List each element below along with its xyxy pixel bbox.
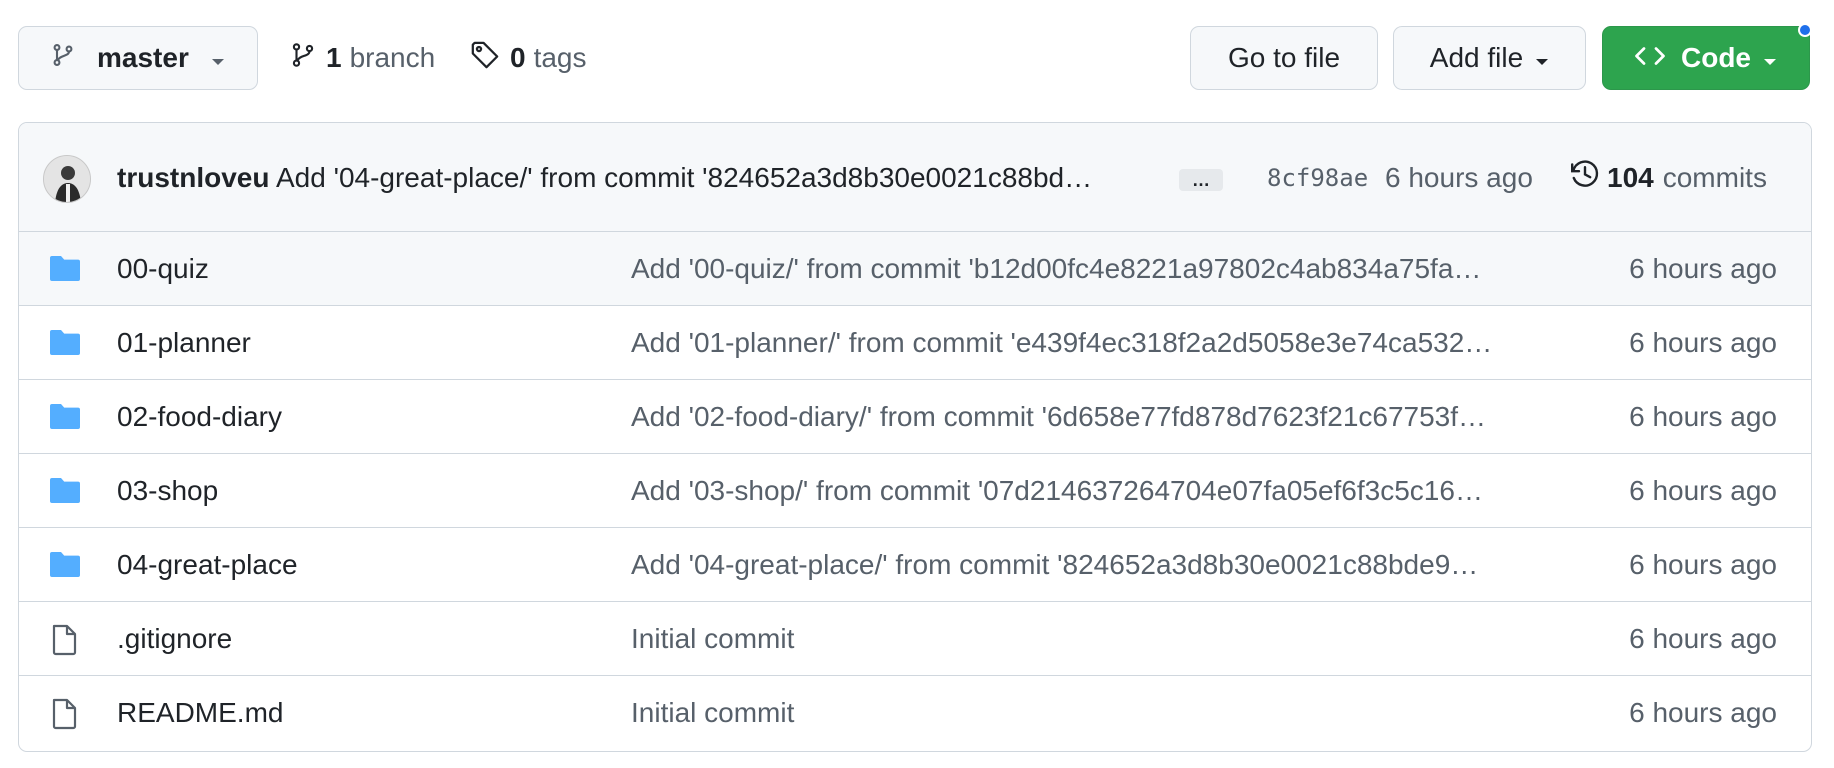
- file-commit-time: 6 hours ago: [1629, 549, 1777, 580]
- git-branch-icon: [51, 41, 75, 76]
- file-commit-message-link[interactable]: Add '03-shop/' from commit '07d214637264…: [631, 454, 1543, 528]
- avatar[interactable]: [43, 155, 91, 203]
- caret-down-icon: [1535, 42, 1549, 74]
- branch-select-button[interactable]: master: [18, 26, 258, 90]
- folder-icon: [49, 550, 81, 583]
- file-row[interactable]: 02-food-diary Add '02-food-diary/' from c…: [19, 380, 1811, 454]
- file-commit-message-link[interactable]: Add '02-food-diary/' from commit '6d658e…: [631, 380, 1543, 454]
- add-file-label: Add file: [1429, 42, 1524, 73]
- expand-commit-message-button[interactable]: …: [1179, 169, 1223, 191]
- file-commit-message-link[interactable]: Add '04-great-place/' from commit '82465…: [631, 528, 1543, 602]
- file-commit-time: 6 hours ago: [1629, 401, 1777, 432]
- caret-down-icon: [211, 42, 225, 74]
- history-icon: [1569, 158, 1601, 197]
- file-commit-time: 6 hours ago: [1629, 475, 1777, 506]
- tag-label: tags: [533, 42, 587, 73]
- commit-message-link[interactable]: Add '04-great-place/' from commit '82465…: [276, 123, 1176, 232]
- branches-link[interactable]: 1 branch: [290, 26, 435, 90]
- file-commit-time: 6 hours ago: [1629, 623, 1777, 654]
- tags-link[interactable]: 0 tags: [470, 26, 587, 90]
- branch-label: branch: [349, 42, 436, 73]
- folder-icon: [49, 328, 81, 361]
- go-to-file-button[interactable]: Go to file: [1190, 26, 1378, 90]
- commit-count: 104: [1607, 161, 1654, 193]
- folder-icon: [49, 254, 81, 287]
- file-browser: trustnloveu Add '04-great-place/' from c…: [18, 122, 1812, 752]
- notification-dot: [1798, 23, 1812, 37]
- file-list: 00-quiz Add '00-quiz/' from commit 'b12d0…: [19, 232, 1811, 750]
- file-commit-message-link[interactable]: Initial commit: [631, 676, 1543, 750]
- file-row[interactable]: README.md Initial commit 6 hours ago: [19, 676, 1811, 750]
- go-to-file-label: Go to file: [1227, 42, 1341, 73]
- folder-icon: [49, 402, 81, 435]
- branch-name: master: [97, 42, 189, 73]
- commit-author-link[interactable]: trustnloveu: [117, 123, 269, 232]
- file-commit-time: 6 hours ago: [1629, 697, 1777, 728]
- latest-commit-bar: trustnloveu Add '04-great-place/' from c…: [19, 123, 1811, 232]
- file-name-link[interactable]: 04-great-place: [117, 528, 298, 602]
- file-name-link[interactable]: README.md: [117, 676, 283, 750]
- file-commit-time: 6 hours ago: [1629, 253, 1777, 284]
- file-icon: [49, 624, 79, 661]
- file-row[interactable]: 04-great-place Add '04-great-place/' from…: [19, 528, 1811, 602]
- repo-toolbar: master 1 branch 0 tags Go to file Add fi…: [18, 23, 1812, 90]
- file-row[interactable]: 00-quiz Add '00-quiz/' from commit 'b12d0…: [19, 232, 1811, 306]
- file-row[interactable]: 01-planner Add '01-planner/' from commit …: [19, 306, 1811, 380]
- commit-time: 6 hours ago: [1385, 161, 1533, 193]
- file-commit-message-link[interactable]: Initial commit: [631, 602, 1543, 676]
- folder-icon: [49, 476, 81, 509]
- commit-history-link[interactable]: 104 commits: [1569, 123, 1767, 232]
- file-icon: [49, 698, 79, 735]
- code-label: Code: [1681, 42, 1751, 73]
- file-commit-message-link[interactable]: Add '00-quiz/' from commit 'b12d00fc4e82…: [631, 232, 1543, 306]
- file-commit-time: 6 hours ago: [1629, 327, 1777, 358]
- file-name-link[interactable]: 00-quiz: [117, 232, 209, 306]
- file-name-link[interactable]: 03-shop: [117, 454, 218, 528]
- tag-icon: [470, 40, 500, 77]
- branch-count: 1: [326, 42, 342, 73]
- file-name-link[interactable]: .gitignore: [117, 602, 232, 676]
- file-name-link[interactable]: 02-food-diary: [117, 380, 282, 454]
- commit-sha-link[interactable]: 8cf98ae: [1267, 123, 1368, 232]
- file-row[interactable]: .gitignore Initial commit 6 hours ago: [19, 602, 1811, 676]
- tag-count: 0: [510, 42, 526, 73]
- file-commit-message-link[interactable]: Add '01-planner/' from commit 'e439f4ec3…: [631, 306, 1543, 380]
- caret-down-icon: [1763, 42, 1777, 74]
- file-name-link[interactable]: 01-planner: [117, 306, 251, 380]
- commit-label: commits: [1662, 161, 1767, 193]
- file-row[interactable]: 03-shop Add '03-shop/' from commit '07d21…: [19, 454, 1811, 528]
- code-icon: [1635, 42, 1665, 74]
- git-branch-icon: [290, 40, 316, 77]
- add-file-button[interactable]: Add file: [1393, 26, 1586, 90]
- code-button[interactable]: Code: [1602, 23, 1812, 90]
